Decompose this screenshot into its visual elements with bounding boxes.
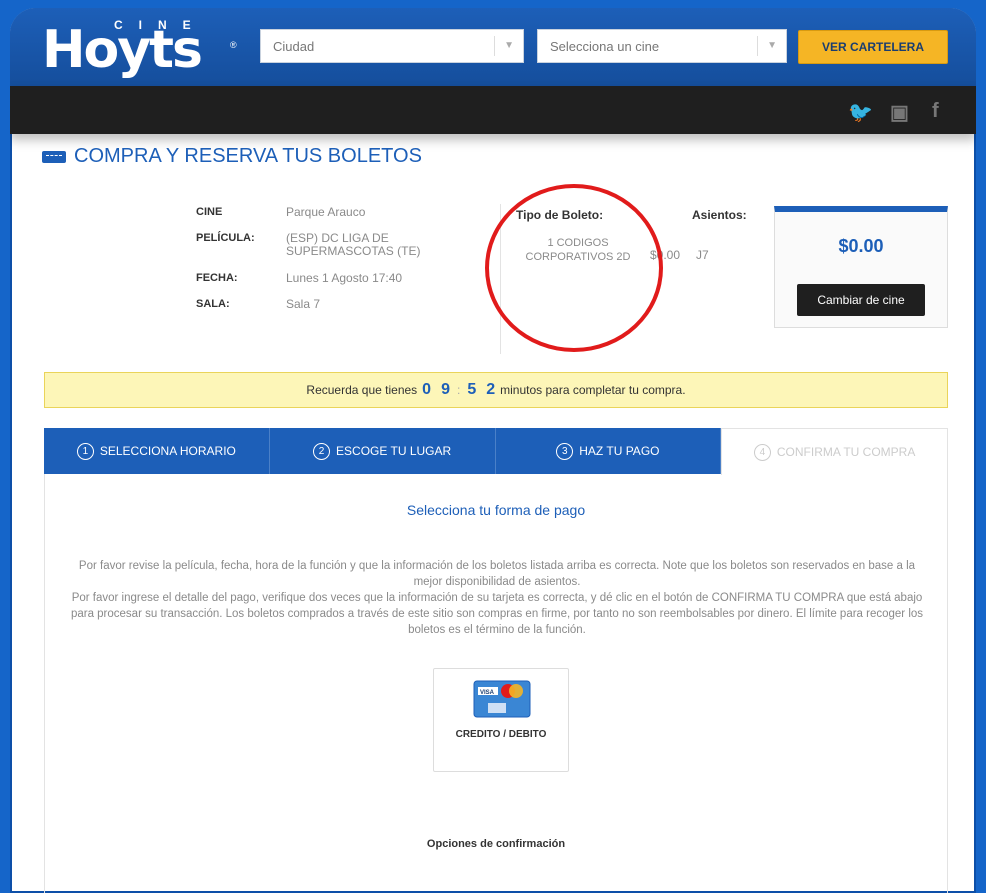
total-box: $0.00 Cambiar de cine [774, 206, 948, 328]
twitter-icon[interactable]: 🐦 [848, 100, 873, 125]
step-selecciona-horario[interactable]: 1 SELECCIONA HORARIO [44, 428, 270, 474]
asientos-title: Asientos: [692, 208, 747, 222]
timer-digit: 0 [422, 381, 432, 398]
payment-instructions: Por favor revise la película, fecha, hor… [65, 558, 929, 638]
timer-text-after: minutos para completar tu compra. [500, 383, 686, 397]
city-select-value: Ciudad [273, 39, 315, 54]
pelicula-value: (ESP) DC LIGA DE SUPERMASCOTAS (TE) [286, 231, 421, 258]
step-number: 4 [753, 443, 771, 461]
ticket-icon [42, 150, 66, 163]
logo-registered-mark: ® [230, 40, 237, 50]
step-haz-pago[interactable]: 3 HAZ TU PAGO [495, 428, 722, 474]
pelicula-label: PELÍCULA: [196, 232, 255, 244]
seat-value: J7 [696, 248, 709, 262]
confirmation-options-title: Opciones de confirmación [426, 838, 566, 850]
instructions-paragraph-2: Por favor ingrese el detalle del pago, v… [70, 592, 924, 636]
step-number: 2 [313, 442, 331, 460]
total-amount: $0.00 [838, 236, 884, 256]
cinema-select-value: Selecciona un cine [550, 39, 660, 54]
logo-main-text: Hoyts [42, 20, 203, 80]
sala-value: Sala 7 [286, 297, 321, 311]
social-bar: 🐦 ▣ f [10, 86, 976, 134]
chevron-down-icon: ▼ [767, 40, 777, 51]
step-number: 3 [556, 442, 574, 460]
step-escoge-lugar[interactable]: 2 ESCOGE TU LUGAR [269, 428, 496, 474]
select-divider [757, 36, 758, 56]
payment-title: Selecciona tu forma de pago [406, 502, 586, 518]
page-title: COMPRA Y RESERVA TUS BOLETOS [42, 145, 422, 168]
step-label: HAZ TU PAGO [579, 444, 660, 458]
fecha-value: Lunes 1 Agosto 17:40 [286, 271, 403, 285]
step-number: 1 [76, 442, 94, 460]
fecha-label: FECHA: [196, 272, 238, 284]
cine-label: CINE [196, 206, 223, 218]
ver-cartelera-button[interactable]: VER CARTELERA [798, 30, 948, 64]
city-select[interactable]: Ciudad ▼ [260, 29, 524, 63]
timer-digit: 5 [467, 381, 477, 398]
step-label: ESCOGE TU LUGAR [336, 444, 452, 458]
youtube-icon[interactable]: ▣ [890, 100, 909, 125]
hoyts-logo[interactable]: CINE Hoyts ® [42, 12, 242, 82]
site-header: CINE Hoyts ® Ciudad ▼ Selecciona un cine… [10, 8, 976, 86]
timer-notice: Recuerda que tienes 0 9 : 5 2 minutos pa… [44, 372, 948, 408]
sala-label: SALA: [196, 298, 230, 310]
step-confirma-compra: 4 CONFIRMA TU COMPRA [721, 428, 948, 475]
facebook-icon[interactable]: f [932, 100, 939, 123]
credit-debit-label: CREDITO / DEBITO [455, 729, 547, 740]
timer-colon: : [456, 383, 461, 397]
select-divider [494, 36, 495, 56]
page-title-text: COMPRA Y RESERVA TUS BOLETOS [74, 145, 422, 167]
step-label: SELECCIONA HORARIO [99, 444, 236, 458]
chevron-down-icon: ▼ [504, 40, 514, 51]
payment-panel: Selecciona tu forma de pago Por favor re… [44, 474, 948, 893]
credit-debit-option[interactable]: VISA CREDITO / DEBITO [433, 668, 569, 772]
browser-frame: CINE Hoyts ® Ciudad ▼ Selecciona un cine… [10, 8, 976, 893]
credit-card-icon: VISA [473, 680, 531, 718]
cine-value: Parque Arauco [286, 205, 366, 219]
timer-text-before: Recuerda que tienes [306, 383, 418, 397]
timer-digit: 2 [486, 381, 496, 398]
instructions-paragraph-1: Por favor revise la película, fecha, hor… [78, 560, 916, 588]
annotation-circle [485, 184, 663, 352]
step-label: CONFIRMA TU COMPRA [776, 445, 916, 459]
cambiar-cine-button[interactable]: Cambiar de cine [797, 284, 925, 316]
timer-digit: 9 [441, 381, 450, 398]
checkout-steps: 1 SELECCIONA HORARIO 2 ESCOGE TU LUGAR 3… [44, 428, 948, 475]
visa-text: VISA [480, 690, 495, 696]
cinema-select[interactable]: Selecciona un cine ▼ [537, 29, 787, 63]
